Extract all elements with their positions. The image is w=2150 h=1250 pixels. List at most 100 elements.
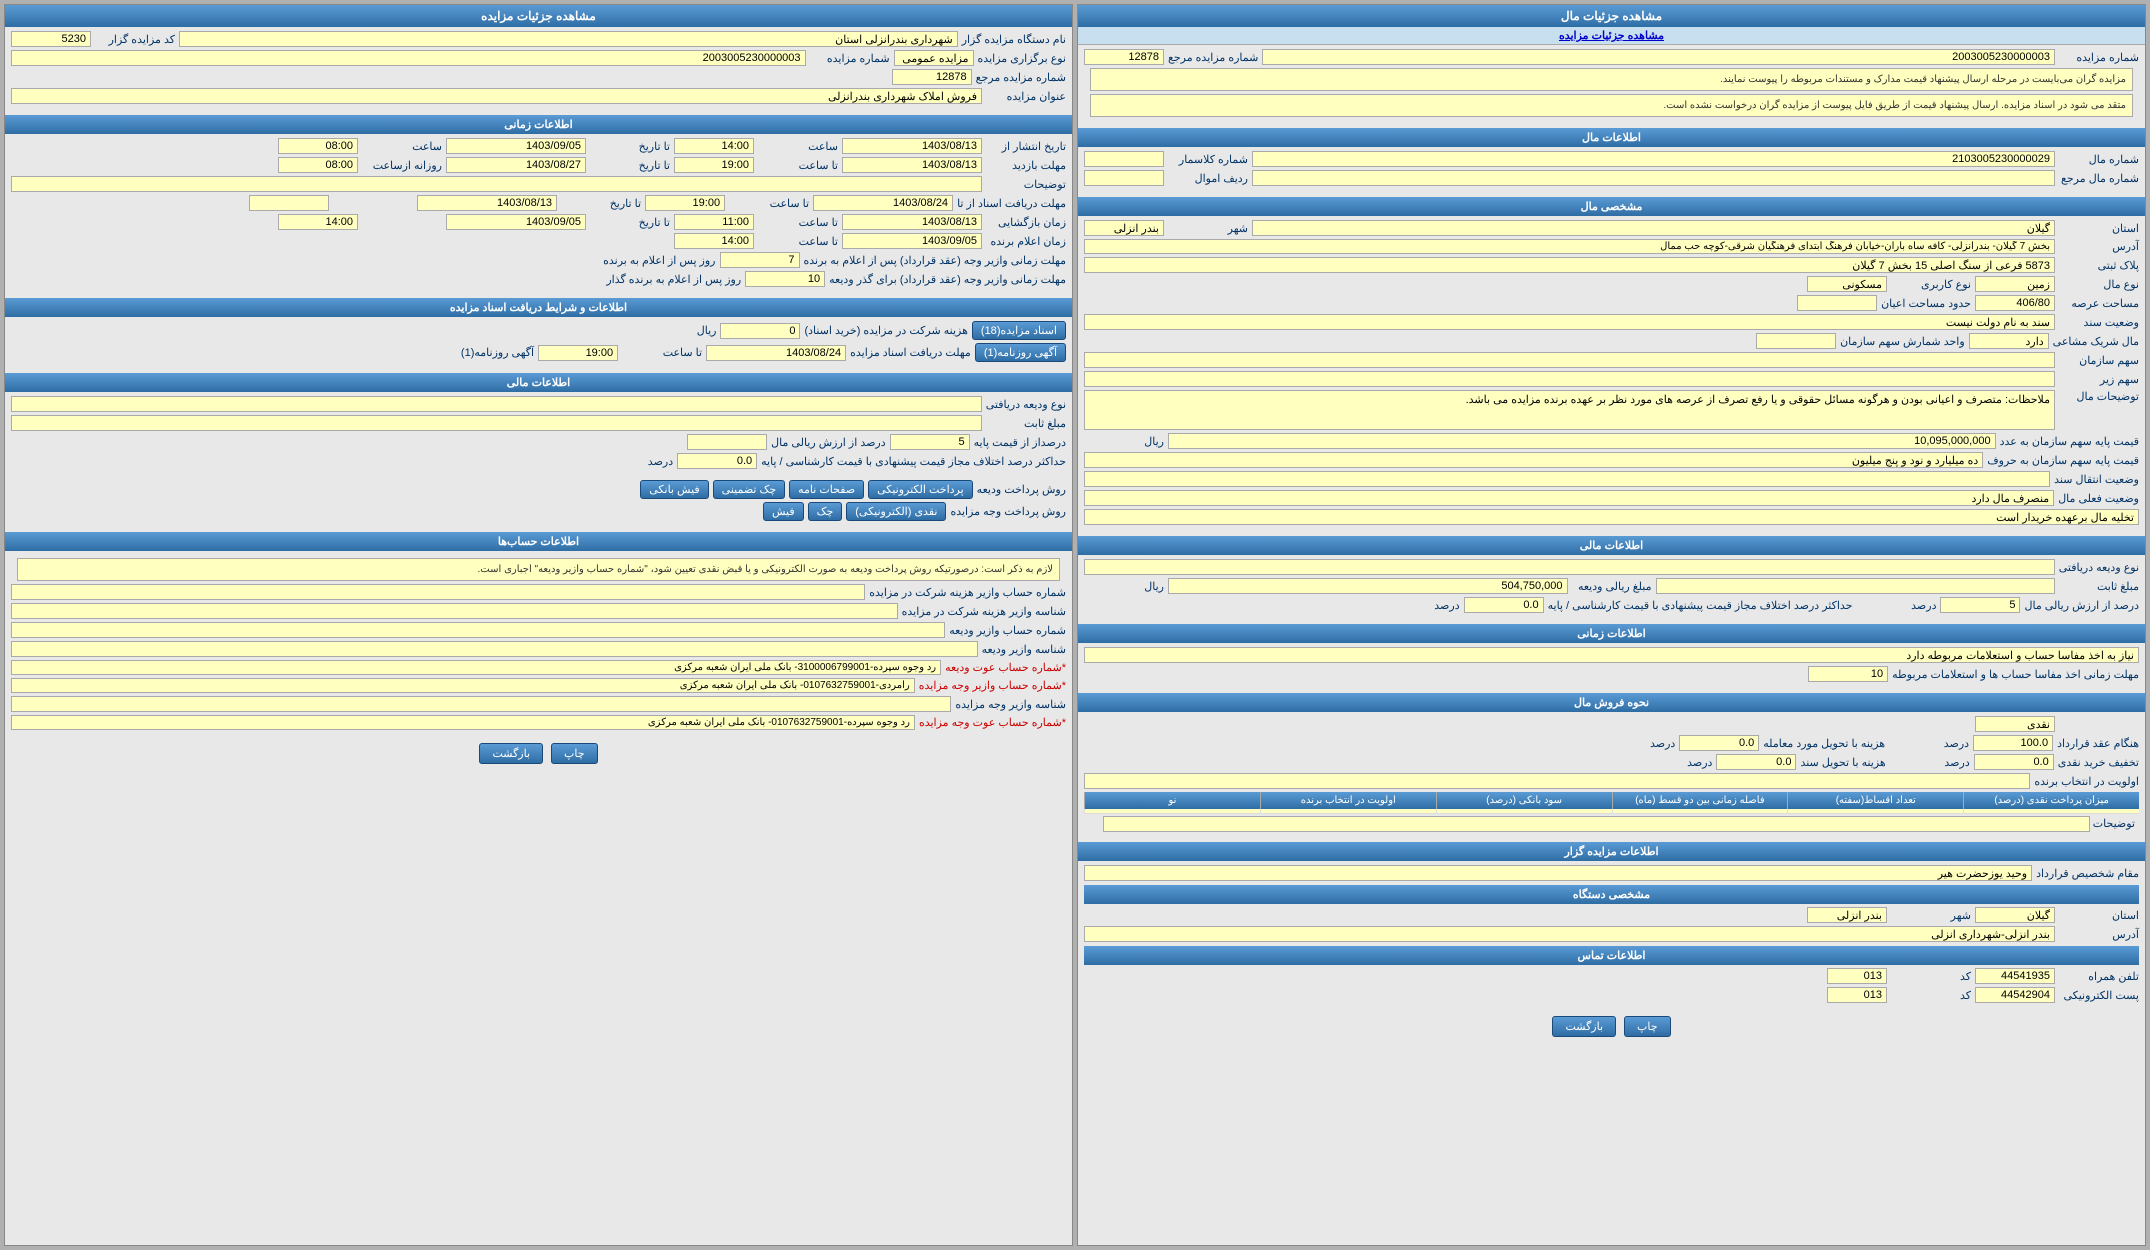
phone-input[interactable] — [1975, 968, 2055, 984]
r-auction-no-input[interactable] — [11, 50, 806, 66]
r-voje-cash-btn[interactable]: نقدی (الکترونیکی) — [846, 502, 946, 521]
time-note-input[interactable] — [1084, 647, 2139, 663]
left-sub-link[interactable]: مشاهده جزئیات مزایده — [1078, 27, 2145, 45]
commission-input[interactable] — [1679, 735, 1759, 751]
phone-code-input[interactable] — [1827, 968, 1887, 984]
discount-input[interactable] — [1974, 754, 2054, 770]
r-announce-time-input[interactable] — [674, 233, 754, 249]
usage-input[interactable] — [1807, 276, 1887, 292]
r-contract-days-input[interactable] — [720, 252, 800, 268]
left-print-button[interactable]: چاپ — [1624, 1016, 1671, 1037]
ownership-input[interactable] — [1084, 314, 2055, 330]
r-notes-input[interactable] — [11, 176, 982, 192]
r-pay-electronic-btn[interactable]: پرداخت الکترونیکی — [868, 480, 973, 499]
mal-no-input[interactable] — [1252, 151, 2055, 167]
r-deposit-days-input[interactable] — [745, 271, 825, 287]
install-input[interactable] — [1716, 754, 1796, 770]
time-duration-input[interactable] — [1808, 666, 1888, 682]
block-input[interactable] — [1084, 257, 2055, 273]
r-visit-time-input[interactable] — [278, 157, 358, 173]
r-end-date-input[interactable] — [446, 138, 586, 154]
r-dep-type-input[interactable] — [11, 396, 982, 412]
r-doc-time-input[interactable] — [645, 195, 725, 211]
fax-code-input[interactable] — [1827, 987, 1887, 1003]
address-input[interactable] — [1084, 239, 2055, 254]
r-voje-fish-btn[interactable]: فیش — [763, 502, 804, 521]
r-start-time-input[interactable] — [674, 138, 754, 154]
shared-area-input[interactable] — [1797, 295, 1877, 311]
org-province-input[interactable] — [1975, 907, 2055, 923]
r-voje-check-btn[interactable]: چک — [808, 502, 843, 521]
asset-status-input[interactable] — [1084, 490, 2054, 506]
r-pay-page-btn[interactable]: صفحات نامه — [789, 480, 864, 499]
mal-ref-input[interactable] — [1252, 170, 2055, 186]
province-input[interactable] — [1252, 220, 2055, 236]
r-end-time-input[interactable] — [278, 138, 358, 154]
partner-input[interactable] — [1969, 333, 2049, 349]
r-submit-from-input[interactable] — [842, 214, 982, 230]
acc6-input[interactable] — [11, 678, 915, 693]
bond-btn[interactable]: آگهی روزنامه(1) — [975, 343, 1066, 362]
priority-input[interactable] — [1084, 773, 2030, 789]
r-doc-deadline-from-input[interactable] — [813, 195, 953, 211]
asset-type-input[interactable] — [1975, 276, 2055, 292]
acc1-input[interactable] — [11, 584, 865, 600]
r-submit-time-input[interactable] — [674, 214, 754, 230]
shares-org-input[interactable] — [1756, 333, 1836, 349]
r-bond-price-input[interactable] — [720, 323, 800, 339]
max-diff-input[interactable] — [1464, 597, 1544, 613]
r-bid-time-input[interactable] — [674, 157, 754, 173]
r-pct-input2[interactable] — [687, 434, 767, 450]
city-input[interactable] — [1084, 220, 1164, 236]
base-price-shares-input[interactable] — [1084, 452, 1983, 468]
doc-btn[interactable]: اسناد مزایده(18) — [972, 321, 1066, 340]
r-pay-fish-btn[interactable]: فیش بانکی — [640, 480, 708, 499]
sale-type-input[interactable] — [1975, 716, 2055, 732]
r-bid-date-input[interactable] — [842, 157, 982, 173]
r-bond-deadline-input[interactable] — [706, 345, 846, 361]
r-pay-check-btn[interactable]: چک تضمینی — [713, 480, 785, 499]
asset-redif-input[interactable] — [1084, 170, 1164, 186]
r-pct-input[interactable] — [890, 434, 970, 450]
right-back-button[interactable]: بازگشت — [479, 743, 543, 764]
r-auction-title-input[interactable] — [11, 88, 982, 104]
acc7-input[interactable] — [11, 696, 951, 712]
transfer-input[interactable] — [1084, 471, 2050, 487]
r-start-date-input[interactable] — [842, 138, 982, 154]
left-back-button[interactable]: بازگشت — [1552, 1016, 1616, 1037]
acc5-input[interactable] — [11, 660, 941, 675]
shares-sub2-input[interactable] — [1084, 371, 2055, 387]
acc2-input[interactable] — [11, 603, 898, 619]
notes-input2[interactable] — [1103, 816, 2090, 832]
org-city-input[interactable] — [1807, 907, 1887, 923]
r-doc-date2-input[interactable] — [417, 195, 557, 211]
notes-textarea[interactable]: ملاحظات: متصرف و اعیانی بودن و هرگونه مس… — [1084, 390, 2055, 430]
contract-time-input[interactable] — [1973, 735, 2053, 751]
auction-code-input[interactable] — [11, 31, 91, 47]
org-address-input[interactable] — [1084, 926, 2055, 942]
r-auction-ref-input[interactable] — [892, 69, 972, 85]
r-doc-time2-input[interactable] — [249, 195, 329, 211]
r-announce-input[interactable] — [842, 233, 982, 249]
fax-input[interactable] — [1975, 987, 2055, 1003]
organizer-input[interactable] — [179, 31, 958, 47]
base-price-input[interactable] — [1168, 433, 1996, 449]
contract-person-input[interactable] — [1084, 865, 2032, 881]
buyer-status-input[interactable] — [1084, 509, 2139, 525]
acc8-input[interactable] — [11, 715, 915, 730]
r-fixed-amount-input[interactable] — [11, 415, 982, 431]
auction-type-input[interactable] — [894, 50, 974, 66]
r-visit-date-input[interactable] — [446, 157, 586, 173]
pct-input[interactable] — [1940, 597, 2020, 613]
auction-ref-input[interactable] — [1084, 49, 1164, 65]
fixed-amount-input[interactable] — [1656, 578, 2056, 594]
deposit-type-input[interactable] — [1084, 559, 2055, 575]
deposit-amount-input[interactable] — [1168, 578, 1568, 594]
class-no-input[interactable] — [1084, 151, 1164, 167]
right-print-button[interactable]: چاپ — [551, 743, 598, 764]
acc3-input[interactable] — [11, 622, 945, 638]
area-input[interactable] — [1975, 295, 2055, 311]
shares-sub-input[interactable] — [1084, 352, 2055, 368]
auction-no-input[interactable] — [1262, 49, 2055, 65]
r-max-diff-input[interactable] — [677, 453, 757, 469]
